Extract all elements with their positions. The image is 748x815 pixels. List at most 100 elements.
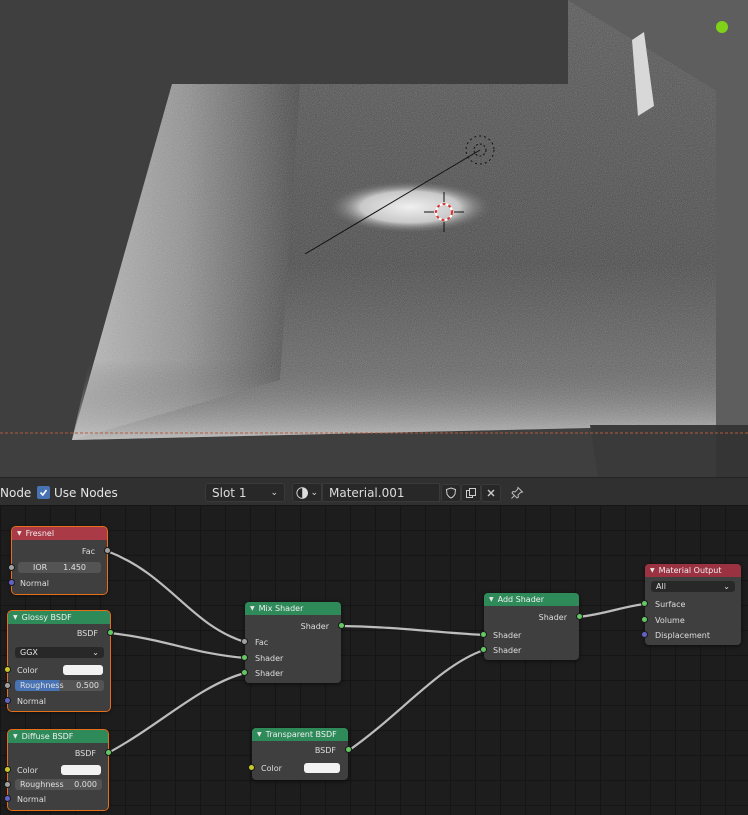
link-glossy-to-mix-shader1 xyxy=(108,631,247,660)
color-input-socket[interactable] xyxy=(248,764,255,771)
fac-output-socket[interactable] xyxy=(104,547,111,554)
collapse-triangle-icon[interactable]: ▼ xyxy=(17,530,22,537)
surface-input-socket[interactable] xyxy=(641,600,648,607)
node-title: Glossy BSDF xyxy=(21,613,72,622)
socket-label: Fac xyxy=(255,637,269,647)
3d-viewport[interactable] xyxy=(0,0,748,477)
node-links xyxy=(105,549,647,755)
material-output-node[interactable]: ▼ Material Output All ⌄ Surface Volume D… xyxy=(641,564,741,645)
use-nodes-checkbox[interactable] xyxy=(37,486,50,499)
editor-type-label[interactable]: Node xyxy=(0,483,31,502)
checkmark-icon xyxy=(39,489,48,497)
field-value: 0.000 xyxy=(74,780,97,789)
normal-input-socket[interactable] xyxy=(4,795,11,802)
shader1-input-socket[interactable] xyxy=(241,654,248,661)
fake-user-button[interactable] xyxy=(441,483,461,502)
mix-shader-node[interactable]: ▼ Mix Shader Shader Fac Shader Shader xyxy=(241,602,345,683)
unlink-material-button[interactable] xyxy=(481,483,501,502)
transparent-bsdf-node[interactable]: ▼ Transparent BSDF BSDF Color xyxy=(248,728,352,780)
volume-input-socket[interactable] xyxy=(641,616,648,623)
chevron-down-icon: ⌄ xyxy=(723,582,730,591)
slot-dropdown[interactable]: Slot 1 ⌄ xyxy=(205,483,285,502)
roughness-slider[interactable]: Roughness 0.000 xyxy=(15,779,102,790)
distribution-dropdown[interactable]: GGX ⌄ xyxy=(15,647,104,658)
output-shader: Shader xyxy=(301,620,329,632)
shader1-input-socket[interactable] xyxy=(480,631,487,638)
color-input-socket[interactable] xyxy=(4,766,11,773)
field-label: Roughness xyxy=(20,780,64,789)
input-normal: Normal xyxy=(17,793,46,805)
link-transparent-to-add-shader2 xyxy=(346,648,486,753)
add-node-header[interactable]: ▼ Add Shader xyxy=(484,593,579,606)
node-editor-canvas[interactable]: ▼ Fresnel Fac IOR 1.450 Normal ▼ Glossy … xyxy=(0,505,748,815)
roughness-slider[interactable]: Roughness 0.500 xyxy=(15,680,104,691)
socket-label: Fac xyxy=(81,546,95,556)
glossy-color-swatch[interactable] xyxy=(63,665,103,675)
link-add-to-output-surface xyxy=(577,602,647,619)
ior-field[interactable]: IOR 1.450 xyxy=(18,562,101,573)
link-fresnel-fac-to-mix-fac xyxy=(105,549,247,644)
glossy-bsdf-node[interactable]: ▼ Glossy BSDF BSDF GGX ⌄ Color Roughness… xyxy=(4,610,114,712)
glossy-node-header[interactable]: ▼ Glossy BSDF xyxy=(8,611,110,624)
shader-output-socket[interactable] xyxy=(576,613,583,620)
link-diffuse-to-mix-shader2 xyxy=(106,671,247,755)
color-input-socket[interactable] xyxy=(4,666,11,673)
target-dropdown[interactable]: All ⌄ xyxy=(651,581,735,592)
diffuse-bsdf-node[interactable]: ▼ Diffuse BSDF BSDF Color Roughness 0.00… xyxy=(4,729,112,811)
socket-label: Normal xyxy=(17,696,46,706)
chevron-down-icon: ⌄ xyxy=(310,487,318,498)
shield-icon xyxy=(445,486,457,499)
transparent-node-header[interactable]: ▼ Transparent BSDF xyxy=(252,728,348,741)
diffuse-node-header[interactable]: ▼ Diffuse BSDF xyxy=(8,730,108,743)
copy-icon xyxy=(466,487,476,498)
mix-node-header[interactable]: ▼ Mix Shader xyxy=(245,602,341,615)
input-volume: Volume xyxy=(655,614,685,626)
use-nodes-toggle[interactable]: Use Nodes xyxy=(37,483,118,502)
node-title: Transparent BSDF xyxy=(265,730,337,739)
material-name-field[interactable]: Material.001 xyxy=(322,483,440,502)
collapse-triangle-icon[interactable]: ▼ xyxy=(250,605,255,612)
field-value: 0.500 xyxy=(76,681,99,690)
material-name: Material.001 xyxy=(329,485,405,500)
bsdf-output-socket[interactable] xyxy=(105,749,112,756)
duplicate-material-button[interactable] xyxy=(461,483,481,502)
field-label: Roughness xyxy=(20,681,64,690)
fac-input-socket[interactable] xyxy=(241,638,248,645)
roughness-input-socket[interactable] xyxy=(4,682,11,689)
bsdf-output-socket[interactable] xyxy=(345,746,352,753)
shader-output-socket[interactable] xyxy=(338,622,345,629)
socket-label: Shader xyxy=(538,612,567,622)
transparent-color-swatch[interactable] xyxy=(304,763,340,773)
socket-label: Normal xyxy=(17,794,46,804)
input-shader-2: Shader xyxy=(255,667,283,679)
collapse-triangle-icon[interactable]: ▼ xyxy=(13,733,18,740)
input-fac: Fac xyxy=(255,636,268,648)
socket-label: BSDF xyxy=(74,748,96,758)
material-sphere-icon xyxy=(296,486,309,499)
collapse-triangle-icon[interactable]: ▼ xyxy=(489,596,494,603)
fresnel-node-header[interactable]: ▼ Fresnel xyxy=(12,527,107,540)
field-label: IOR xyxy=(33,563,48,572)
shader2-input-socket[interactable] xyxy=(480,646,487,653)
collapse-triangle-icon[interactable]: ▼ xyxy=(257,731,262,738)
shader2-input-socket[interactable] xyxy=(241,669,248,676)
fresnel-node[interactable]: ▼ Fresnel Fac IOR 1.450 Normal xyxy=(8,526,111,595)
socket-label: Color xyxy=(17,665,38,675)
normal-input-socket[interactable] xyxy=(8,579,15,586)
bsdf-output-socket[interactable] xyxy=(107,629,114,636)
add-shader-node[interactable]: ▼ Add Shader Shader Shader Shader xyxy=(480,593,583,660)
socket-label: BSDF xyxy=(314,745,336,755)
normal-input-socket[interactable] xyxy=(4,697,11,704)
output-bsdf: BSDF xyxy=(77,627,98,639)
output-node-header[interactable]: ▼ Material Output xyxy=(645,564,741,577)
roughness-input-socket[interactable] xyxy=(4,781,11,788)
ior-input-socket[interactable] xyxy=(8,564,15,571)
displacement-input-socket[interactable] xyxy=(641,631,648,638)
material-browse-button[interactable]: ⌄ xyxy=(292,483,322,502)
collapse-triangle-icon[interactable]: ▼ xyxy=(13,614,18,621)
pin-button[interactable] xyxy=(508,483,526,502)
collapse-triangle-icon[interactable]: ▼ xyxy=(650,567,655,574)
diffuse-color-swatch[interactable] xyxy=(61,765,101,775)
socket-label: Displacement xyxy=(655,630,710,640)
socket-label: Color xyxy=(261,763,282,773)
